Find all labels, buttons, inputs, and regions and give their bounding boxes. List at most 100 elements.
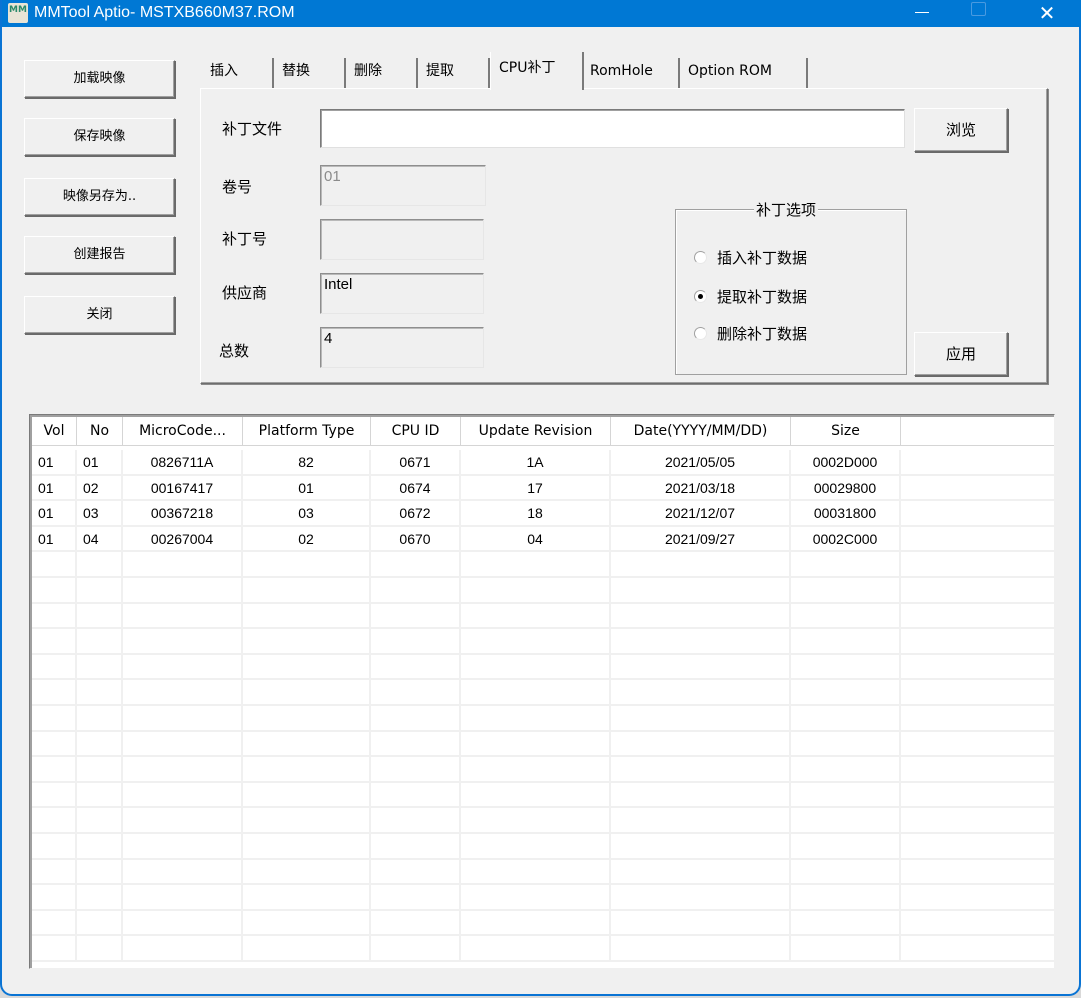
table-cell	[611, 680, 791, 705]
table-row[interactable]: 01 03 00367218 03 0672 18 2021/12/07 00031800	[32, 501, 1054, 527]
table-cell	[243, 578, 371, 602]
tab-insert[interactable]: 插入	[204, 58, 274, 89]
table-cell: 01	[32, 501, 77, 526]
empty-row	[32, 552, 1054, 578]
table-cell	[791, 782, 901, 807]
create-report-button[interactable]: 创建报告	[24, 236, 175, 274]
empty-row	[32, 629, 1054, 655]
empty-row	[32, 680, 1054, 706]
table-cell	[32, 706, 77, 730]
table-row[interactable]: 01 04 00267004 02 0670 04 2021/09/27 0002C000	[32, 526, 1054, 553]
save-image-as-button[interactable]: 映像另存为..	[24, 178, 175, 216]
table-cell	[243, 552, 371, 577]
column-header[interactable]: Size	[791, 417, 901, 446]
table-cell: 00029800	[791, 475, 901, 500]
table-cell	[611, 706, 791, 730]
table-cell	[243, 680, 371, 705]
table-cell: 00267004	[123, 526, 243, 551]
table-cell	[32, 782, 77, 807]
tab-cpu-patch[interactable]: CPU补丁	[490, 52, 584, 90]
app-icon: MM	[8, 3, 28, 23]
table-cell	[791, 936, 901, 961]
table-cell: 17	[461, 475, 611, 500]
table-cell: 2021/03/18	[611, 475, 791, 500]
column-header[interactable]: Vol	[32, 417, 77, 446]
table-cell	[461, 757, 611, 782]
radio-insert-label: 插入补丁数据	[717, 248, 808, 267]
table-cell	[611, 578, 791, 602]
column-header[interactable]: Date(YYYY/MM/DD)	[611, 417, 791, 446]
table-cell	[123, 757, 243, 782]
table-cell	[791, 910, 901, 935]
table-cell	[371, 910, 461, 935]
column-header[interactable]: Update Revision	[461, 417, 611, 446]
table-cell	[461, 808, 611, 833]
load-image-button[interactable]: 加载映像	[24, 60, 175, 98]
microcode-table[interactable]: Vol No MicroCode... Platform Type CPU ID Upda…	[29, 414, 1055, 969]
table-cell	[77, 654, 123, 679]
column-header[interactable]: No	[77, 417, 123, 446]
apply-button[interactable]: 应用	[914, 332, 1008, 376]
table-cell	[243, 757, 371, 782]
table-row[interactable]: 01 01 0826711A 82 0671 1A 2021/05/05 0002D000	[32, 450, 1054, 476]
tab-romhole[interactable]: RomHole	[584, 58, 680, 89]
table-row[interactable]: 01 02 00167417 01 0674 17 2021/03/18 00029800	[32, 475, 1054, 502]
column-header[interactable]: MicroCode...	[123, 417, 243, 446]
table-cell	[77, 936, 123, 961]
table-cell	[243, 885, 371, 910]
window-title: MMTool Aptio- MSTXB660M37.ROM	[34, 4, 295, 21]
table-cell	[77, 552, 123, 577]
minimize-button[interactable]	[898, 0, 944, 27]
table-cell	[32, 808, 77, 833]
patch-file-input[interactable]	[320, 109, 905, 148]
browse-button[interactable]: 浏览	[914, 108, 1008, 152]
radio-delete-patch[interactable]: 删除补丁数据	[694, 322, 807, 344]
table-cell	[461, 834, 611, 858]
table-cell	[461, 731, 611, 756]
table-cell	[243, 859, 371, 884]
tab-option-rom[interactable]: Option ROM	[680, 58, 808, 89]
table-cell	[32, 680, 77, 705]
table-cell	[123, 629, 243, 654]
table-cell	[611, 552, 791, 577]
patch-number-label: 补丁号	[222, 230, 268, 248]
table-cell	[611, 603, 791, 628]
maximize-button[interactable]	[954, 0, 1000, 27]
table-cell	[32, 603, 77, 628]
table-cell	[791, 834, 901, 858]
tab-replace[interactable]: 替换	[276, 58, 346, 89]
table-cell	[371, 834, 461, 858]
table-cell	[243, 706, 371, 730]
table-cell	[461, 706, 611, 730]
table-cell	[123, 782, 243, 807]
table-cell	[123, 578, 243, 602]
table-cell	[611, 782, 791, 807]
table-cell	[123, 834, 243, 858]
save-image-button[interactable]: 保存映像	[24, 118, 175, 156]
table-cell: 2021/09/27	[611, 526, 791, 551]
table-cell	[32, 629, 77, 654]
patch-options-title: 补丁选项	[754, 199, 819, 220]
radio-insert-patch[interactable]: 插入补丁数据	[694, 246, 807, 268]
column-header[interactable]: CPU ID	[371, 417, 461, 446]
table-cell: 00031800	[791, 501, 901, 526]
empty-row	[32, 757, 1054, 783]
table-cell	[371, 936, 461, 961]
close-window-button[interactable]: ✕	[1024, 0, 1070, 27]
title-bar[interactable]: MM MMTool Aptio- MSTXB660M37.ROM ✕	[2, 0, 1081, 27]
table-cell	[371, 654, 461, 679]
table-cell	[243, 910, 371, 935]
table-cell	[32, 885, 77, 910]
table-cell: 04	[77, 526, 123, 551]
radio-unchecked-icon	[694, 250, 707, 264]
tab-extract[interactable]: 提取	[420, 58, 490, 89]
table-cell: 0670	[371, 526, 461, 551]
table-cell: 1A	[461, 450, 611, 474]
tab-delete[interactable]: 删除	[348, 58, 418, 89]
table-cell	[461, 578, 611, 602]
table-cell	[371, 603, 461, 628]
close-button[interactable]: 关闭	[24, 296, 175, 334]
column-header[interactable]: Platform Type	[243, 417, 371, 446]
radio-extract-patch[interactable]: 提取补丁数据	[694, 285, 807, 307]
table-cell: 18	[461, 501, 611, 526]
